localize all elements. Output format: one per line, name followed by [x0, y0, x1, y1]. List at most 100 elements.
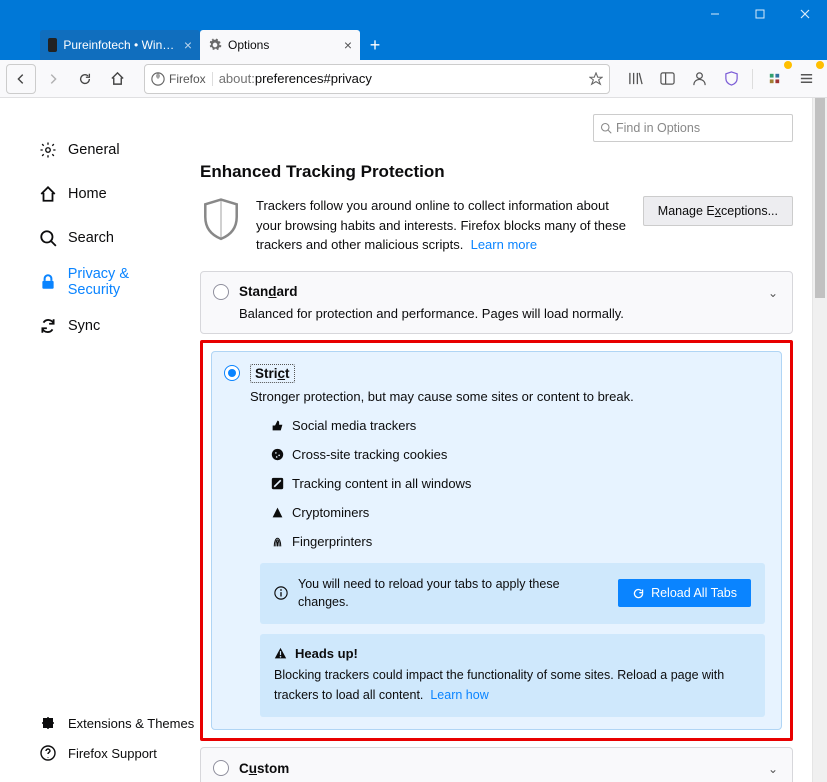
support-link[interactable]: Firefox Support	[30, 738, 202, 768]
lock-icon	[38, 272, 58, 292]
learn-how-link[interactable]: Learn how	[430, 688, 488, 702]
close-icon[interactable]: ×	[184, 37, 192, 53]
manage-exceptions-button[interactable]: Manage Exceptions...	[643, 196, 793, 226]
nav-toolbar: Firefox about:preferences#privacy	[0, 60, 827, 98]
option-title: Standard	[239, 284, 298, 299]
bookmark-star-icon[interactable]	[589, 72, 603, 86]
separator	[752, 69, 753, 89]
preferences-sidebar: General Home Search Privacy & Security S…	[0, 98, 200, 782]
category-label: General	[68, 142, 120, 158]
highlight-box: Strict Stronger protection, but may caus…	[200, 340, 793, 742]
category-label: Search	[68, 230, 114, 246]
forward-button[interactable]	[38, 64, 68, 94]
category-sync[interactable]: Sync	[30, 304, 192, 348]
tracker-item-crypto: Cryptominers	[270, 505, 765, 520]
tracker-item-content: Tracking content in all windows	[270, 476, 765, 491]
tab-active[interactable]: Options ×	[200, 30, 360, 60]
gear-icon	[38, 140, 58, 160]
reload-info-box: You will need to reload your tabs to app…	[260, 563, 765, 625]
section-heading: Enhanced Tracking Protection	[200, 162, 793, 182]
library-button[interactable]	[620, 64, 650, 94]
extensions-link[interactable]: Extensions & Themes	[30, 708, 202, 738]
category-label: Home	[68, 186, 107, 202]
warning-icon	[274, 647, 287, 660]
tracker-item-finger: Fingerprinters	[270, 534, 765, 549]
thumb-icon	[270, 418, 284, 432]
shield-icon	[200, 196, 242, 255]
puzzle-icon	[38, 713, 58, 733]
heads-up-title: Heads up!	[295, 646, 358, 661]
link-label: Extensions & Themes	[68, 716, 194, 731]
protections-button[interactable]	[716, 64, 746, 94]
gear-icon	[208, 38, 222, 52]
url-text: about:preferences#privacy	[219, 71, 583, 86]
option-strict[interactable]: Strict Stronger protection, but may caus…	[211, 351, 782, 731]
category-general[interactable]: General	[30, 128, 192, 172]
link-label: Firefox Support	[68, 746, 157, 761]
search-placeholder: Find in Options	[616, 121, 700, 135]
option-title: Custom	[239, 761, 289, 776]
window-titlebar	[0, 0, 827, 28]
category-label: Privacy & Security	[68, 266, 184, 298]
option-description: Balanced for protection and performance.…	[239, 306, 776, 321]
radio-unchecked[interactable]	[213, 284, 229, 300]
cookie-icon	[270, 447, 284, 461]
question-icon	[38, 743, 58, 763]
window-close-button[interactable]	[782, 0, 827, 28]
search-input[interactable]: Find in Options	[593, 114, 793, 142]
category-search[interactable]: Search	[30, 216, 192, 260]
tracker-item-social: Social media trackers	[270, 418, 765, 433]
heads-up-box: Heads up! Blocking trackers could impact…	[260, 634, 765, 717]
fingerprint-icon	[270, 534, 284, 548]
info-icon	[274, 586, 288, 600]
search-icon	[600, 122, 612, 134]
search-icon	[38, 228, 58, 248]
tracker-item-cookies: Cross-site tracking cookies	[270, 447, 765, 462]
learn-more-link[interactable]: Learn more	[471, 237, 537, 252]
option-standard[interactable]: Standard Balanced for protection and per…	[200, 271, 793, 334]
reload-button[interactable]	[70, 64, 100, 94]
chevron-down-icon[interactable]: ⌄	[768, 762, 778, 776]
close-icon[interactable]: ×	[344, 37, 352, 53]
blocked-icon	[270, 476, 284, 490]
main-content: Find in Options Enhanced Tracking Protec…	[200, 98, 827, 782]
back-button[interactable]	[6, 64, 36, 94]
tracker-list: Social media trackers Cross-site trackin…	[270, 418, 765, 549]
home-icon	[38, 184, 58, 204]
category-label: Sync	[68, 318, 100, 334]
radio-checked[interactable]	[224, 365, 240, 381]
home-button[interactable]	[102, 64, 132, 94]
identity-label: Firefox	[169, 72, 206, 86]
site-favicon	[48, 38, 57, 52]
sidebar-button[interactable]	[652, 64, 682, 94]
scrollbar-thumb[interactable]	[815, 98, 825, 298]
tab-title: Pureinfotech • Windows 10 tip…	[63, 38, 177, 52]
tab-title: Options	[228, 38, 269, 52]
notification-badge	[816, 61, 824, 69]
new-tab-button[interactable]: +	[360, 30, 390, 60]
account-button[interactable]	[684, 64, 714, 94]
category-home[interactable]: Home	[30, 172, 192, 216]
extensions-button[interactable]	[759, 64, 789, 94]
chevron-down-icon[interactable]: ⌄	[768, 286, 778, 300]
sync-icon	[38, 316, 58, 336]
option-title: Strict	[250, 364, 295, 383]
heads-up-text: Blocking trackers could impact the funct…	[274, 665, 751, 705]
option-description: Stronger protection, but may cause some …	[250, 389, 765, 404]
reload-icon	[632, 587, 645, 600]
url-bar[interactable]: Firefox about:preferences#privacy	[144, 64, 610, 94]
intro-text: Trackers follow you around online to col…	[256, 196, 629, 255]
crypto-icon	[270, 505, 284, 519]
radio-unchecked[interactable]	[213, 760, 229, 776]
tab-strip: Pureinfotech • Windows 10 tip… × Options…	[0, 28, 827, 60]
window-minimize-button[interactable]	[692, 0, 737, 28]
app-menu-button[interactable]	[791, 64, 821, 94]
tab-background[interactable]: Pureinfotech • Windows 10 tip… ×	[40, 30, 200, 60]
vertical-scrollbar[interactable]	[812, 98, 827, 782]
reload-all-tabs-button[interactable]: Reload All Tabs	[618, 579, 751, 607]
window-maximize-button[interactable]	[737, 0, 782, 28]
option-custom[interactable]: Custom Choose which trackers and scripts…	[200, 747, 793, 782]
firefox-icon	[151, 72, 165, 86]
identity-box[interactable]: Firefox	[151, 72, 213, 86]
category-privacy[interactable]: Privacy & Security	[30, 260, 192, 304]
